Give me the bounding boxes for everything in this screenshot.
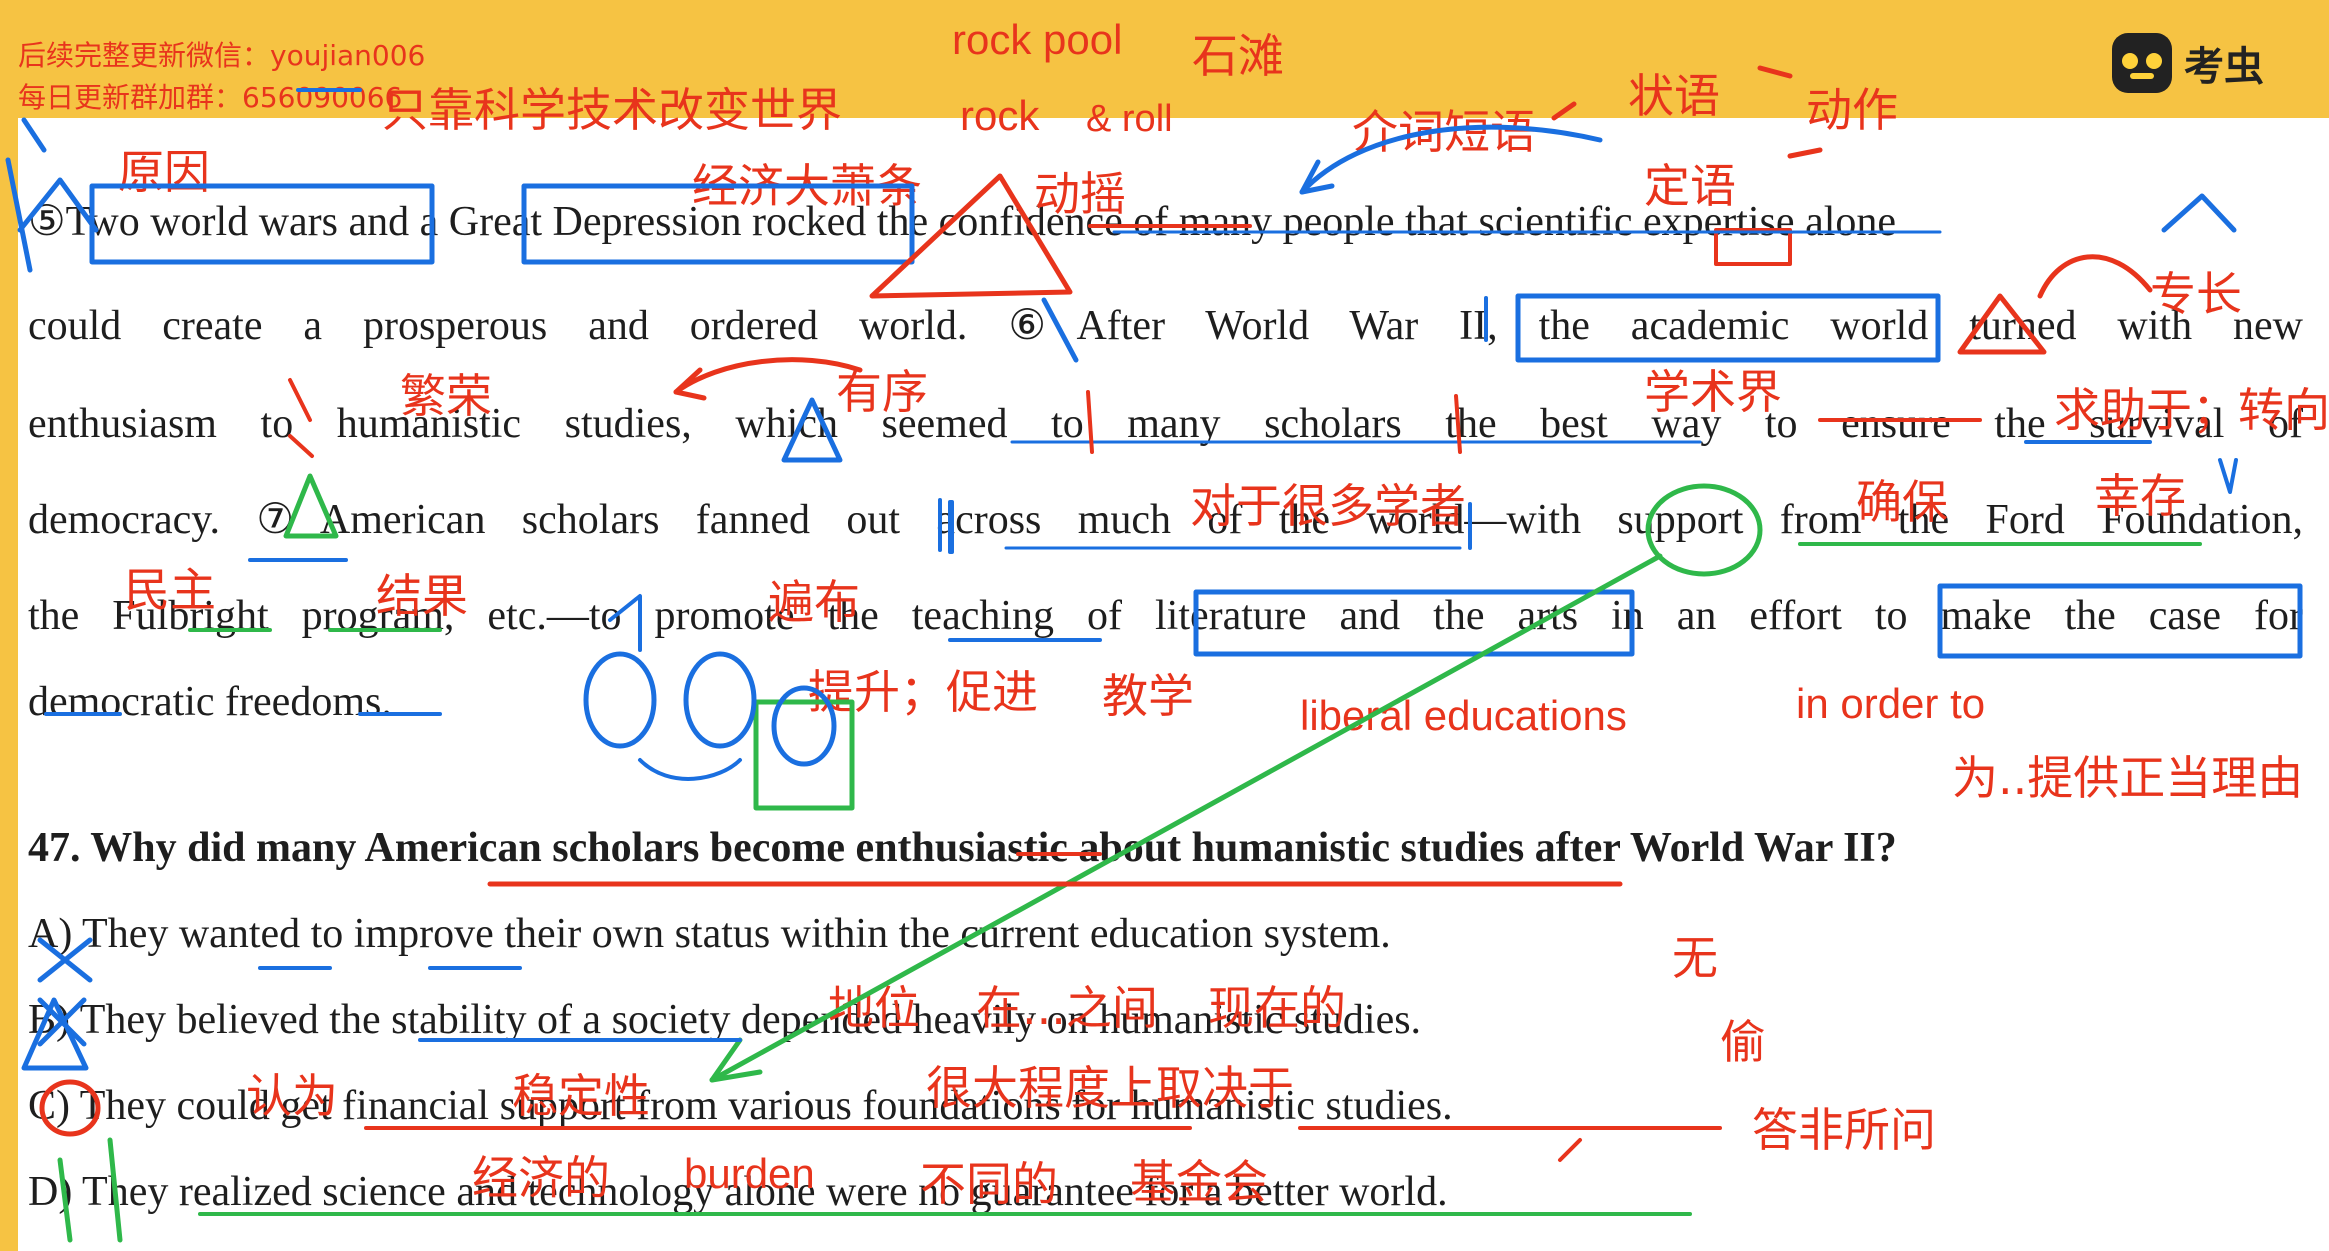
annotation-irrelevant: 答非所问 (1752, 1103, 1936, 1157)
annotation-depression: 经济大萧条 (692, 159, 922, 213)
annotation-turn-to: 求助于；转向 (2054, 383, 2329, 437)
question-stem: 47. Why did many American scholars becom… (28, 825, 1897, 871)
annotation-status: 地位 (828, 981, 920, 1035)
passage-line-5: the Fulbright program, etc.—to promote t… (28, 593, 2303, 639)
kaochong-logo-icon (2112, 33, 2172, 93)
annotation-stability: 稳定性 (512, 1069, 650, 1123)
annotation-shake: 动摇 (1034, 167, 1126, 221)
option-a: A) They wanted to improve their own stat… (28, 911, 1391, 957)
annotation-democracy: 民主 (124, 563, 216, 617)
annotation-expertise: 专长 (2150, 267, 2242, 321)
passage-line-6: democratic freedoms. (28, 679, 392, 725)
annotation-steal: 偷 (1720, 1015, 1766, 1069)
annotation-current: 现在的 (1208, 981, 1346, 1035)
annotation-spread: 遍布 (768, 575, 860, 629)
annotation-in-order-to: in order to (1796, 680, 1986, 727)
annotation-within: 在...之间 (976, 981, 1158, 1035)
annotation-liberal: liberal educations (1300, 692, 1627, 739)
annotation-teaching: 教学 (1102, 669, 1194, 723)
watermark-line-2: 每日更新群加群：656090066 (18, 81, 403, 114)
watermark-line-1: 后续完整更新微信：youjian006 (18, 39, 426, 72)
annotation-justify: 为..提供正当理由 (1952, 751, 2304, 805)
annotation-rock: rock (960, 92, 1040, 139)
annotation-promote: 提升；促进 (808, 665, 1038, 719)
passage-line-3: enthusiasm to humanistic studies, which … (28, 401, 2303, 447)
brand-logo: 考虫 (2112, 30, 2264, 96)
annotation-financial: 经济的 (472, 1151, 610, 1205)
annotation-ensure: 确保 (1856, 475, 1948, 529)
annotation-academic: 学术界 (1644, 365, 1782, 419)
annotation-survival: 幸存 (2094, 469, 2186, 523)
annotation-ordered: 有序 (836, 365, 928, 419)
annotation-various: 不同的 (920, 1157, 1058, 1211)
annotation-burden: burden (684, 1150, 815, 1197)
passage-line-1: ⑤Two world wars and a Great Depression r… (28, 199, 1897, 245)
brand-name: 考虫 (2184, 44, 2264, 90)
annotation-prosperous: 繁荣 (400, 369, 492, 423)
annotation-reason: 原因 (118, 145, 210, 199)
header-note: 只靠科学技术改变世界 (382, 83, 842, 137)
annotation-none: 无 (1672, 931, 1718, 985)
annotation-for-scholars: 对于很多学者 (1190, 479, 1466, 533)
annotation-think: 认为 (246, 1069, 338, 1123)
passage-line-4: democracy. ⑦American scholars fanned out… (28, 497, 2303, 543)
annotation-rock-pool: rock pool (952, 16, 1123, 63)
annotation-and-roll: & roll (1086, 98, 1173, 140)
annotation-adverbial: 状语 (1628, 69, 1720, 123)
annotation-shitan: 石滩 (1192, 29, 1284, 83)
annotation-attributive: 定语 (1644, 159, 1736, 213)
annotation-verb: 动作 (1806, 83, 1898, 137)
annotation-result: 结果 (376, 569, 468, 623)
passage-line-2: could create a prosperous and ordered wo… (28, 303, 2303, 349)
annotation-foundation: 基金会 (1130, 1155, 1268, 1209)
annotation-depend: 很大程度上取决于 (926, 1061, 1294, 1115)
annotation-prep-phrase: 介词短语 (1352, 105, 1536, 159)
